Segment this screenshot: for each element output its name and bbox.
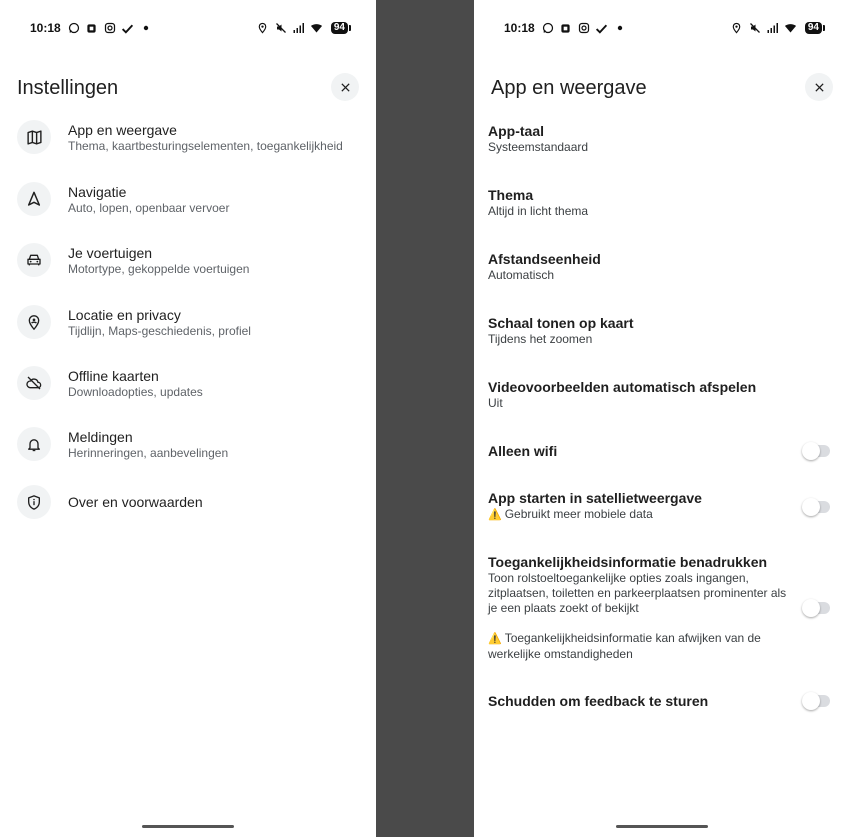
menu-item-subtitle: Herinneringen, aanbevelingen bbox=[68, 445, 229, 460]
location-icon bbox=[256, 21, 270, 35]
setting-value: Automatisch bbox=[488, 268, 555, 282]
dot-icon bbox=[613, 21, 627, 35]
instagram-icon bbox=[103, 21, 117, 35]
setting-value: Tijdens het zoomen bbox=[488, 332, 593, 346]
menu-item-subtitle: Tijdlijn, Maps-geschiedenis, profiel bbox=[68, 323, 251, 338]
close-button[interactable] bbox=[805, 73, 833, 101]
shield-info-icon bbox=[17, 485, 51, 519]
menu-item-over-en-voorwaarden[interactable]: Over en voorwaarden bbox=[17, 485, 359, 519]
setting-title: Afstandseenheid bbox=[488, 251, 601, 267]
menu-item-title: Navigatie bbox=[68, 183, 127, 200]
setting-schudden-feedback[interactable]: Schudden om feedback te sturen bbox=[488, 692, 836, 712]
map-icon bbox=[17, 120, 51, 154]
setting-description: Toon rolstoeltoegankelijke opties zoals … bbox=[488, 571, 787, 615]
check-icon bbox=[595, 21, 609, 35]
alleen-wifi-toggle[interactable] bbox=[802, 442, 830, 460]
toggle-knob bbox=[802, 692, 820, 710]
app-icon bbox=[559, 21, 573, 35]
status-time: 10:18 bbox=[504, 21, 535, 35]
signal-icon bbox=[766, 21, 780, 35]
check-icon bbox=[121, 21, 135, 35]
gesture-nav-bar[interactable] bbox=[142, 825, 234, 828]
menu-item-title: Locatie en privacy bbox=[68, 306, 181, 323]
satellietweergave-toggle[interactable] bbox=[802, 498, 830, 516]
battery-indicator: 94 bbox=[330, 22, 352, 34]
whatsapp-icon bbox=[67, 21, 81, 35]
wifi-icon bbox=[310, 21, 324, 35]
menu-item-subtitle: Downloadopties, updates bbox=[68, 384, 203, 399]
gesture-nav-bar[interactable] bbox=[616, 825, 708, 828]
car-icon bbox=[17, 243, 51, 277]
setting-warning: ⚠️ Gebruikt meer mobiele data bbox=[488, 507, 788, 523]
menu-item-app-en-weergave[interactable]: App en weergave Thema, kaartbesturingsel… bbox=[17, 120, 359, 154]
menu-item-subtitle: Thema, kaartbesturingselementen, toegank… bbox=[68, 138, 343, 153]
menu-item-je-voertuigen[interactable]: Je voertuigen Motortype, gekoppelde voer… bbox=[17, 243, 359, 277]
setting-warning: ⚠️ Toegankelijkheidsinformatie kan afwijk… bbox=[488, 631, 788, 662]
page-title: Instellingen bbox=[17, 77, 119, 99]
menu-item-title: Meldingen bbox=[68, 428, 133, 445]
menu-item-locatie-en-privacy[interactable]: Locatie en privacy Tijdlijn, Maps-geschi… bbox=[17, 305, 359, 339]
whatsapp-icon bbox=[541, 21, 555, 35]
mute-icon bbox=[748, 21, 762, 35]
setting-value: Altijd in licht thema bbox=[488, 204, 589, 218]
setting-warning-text: Toegankelijkheidsinformatie kan afwijken… bbox=[488, 631, 761, 661]
warning-icon: ⚠️ bbox=[488, 633, 502, 645]
location-privacy-icon bbox=[17, 305, 51, 339]
close-icon bbox=[340, 82, 350, 92]
setting-alleen-wifi[interactable]: Alleen wifi bbox=[488, 442, 836, 462]
toggle-knob bbox=[802, 442, 820, 460]
menu-item-navigatie[interactable]: Navigatie Auto, lopen, openbaar vervoer bbox=[17, 182, 359, 216]
toegankelijkheid-toggle[interactable] bbox=[802, 599, 830, 617]
warning-icon: ⚠️ bbox=[488, 509, 502, 521]
page-title: App en weergave bbox=[491, 77, 647, 99]
close-icon bbox=[814, 82, 824, 92]
battery-indicator: 94 bbox=[804, 22, 826, 34]
toggle-knob bbox=[802, 599, 820, 617]
setting-title: Thema bbox=[488, 187, 534, 203]
setting-title: Schudden om feedback te sturen bbox=[488, 693, 709, 709]
menu-item-title: Offline kaarten bbox=[68, 367, 159, 384]
setting-thema[interactable]: Thema Altijd in licht thema bbox=[488, 186, 836, 219]
toggle-knob bbox=[802, 498, 820, 516]
close-button[interactable] bbox=[331, 73, 359, 101]
setting-videovoorbeelden[interactable]: Videovoorbeelden automatisch afspelen Ui… bbox=[488, 378, 836, 411]
bell-icon bbox=[17, 427, 51, 461]
menu-item-meldingen[interactable]: Meldingen Herinneringen, aanbevelingen bbox=[17, 427, 359, 461]
schudden-feedback-toggle[interactable] bbox=[802, 692, 830, 710]
app-display-screen: 10:18 94 App en weergave App-taal Systee… bbox=[474, 0, 850, 837]
location-icon bbox=[730, 21, 744, 35]
setting-value: Systeemstandaard bbox=[488, 140, 589, 154]
setting-title: App-taal bbox=[488, 123, 544, 139]
instagram-icon bbox=[577, 21, 591, 35]
cloud-off-icon bbox=[17, 366, 51, 400]
mute-icon bbox=[274, 21, 288, 35]
setting-title: Schaal tonen op kaart bbox=[488, 315, 634, 331]
menu-item-title: Je voertuigen bbox=[68, 244, 153, 261]
menu-item-subtitle: Auto, lopen, openbaar vervoer bbox=[68, 200, 230, 215]
dot-icon bbox=[139, 21, 153, 35]
setting-satellietweergave[interactable]: App starten in satellietweergave ⚠️ Gebru… bbox=[488, 489, 836, 525]
settings-screen: 10:18 94 Instellingen App en weergave Th… bbox=[0, 0, 376, 837]
setting-warning-text: Gebruikt meer mobiele data bbox=[504, 507, 653, 521]
setting-app-taal[interactable]: App-taal Systeemstandaard bbox=[488, 122, 836, 155]
wifi-icon bbox=[784, 21, 798, 35]
status-bar: 10:18 94 bbox=[504, 18, 826, 38]
setting-value: Uit bbox=[488, 396, 503, 410]
setting-title: Toegankelijkheidsinformatie benadrukken bbox=[488, 554, 768, 570]
setting-title: Videovoorbeelden automatisch afspelen bbox=[488, 379, 757, 395]
app-icon bbox=[85, 21, 99, 35]
status-bar: 10:18 94 bbox=[30, 18, 352, 38]
setting-afstandseenheid[interactable]: Afstandseenheid Automatisch bbox=[488, 250, 836, 283]
menu-item-subtitle: Motortype, gekoppelde voertuigen bbox=[68, 261, 250, 276]
navigation-icon bbox=[17, 182, 51, 216]
setting-schaal-tonen[interactable]: Schaal tonen op kaart Tijdens het zoomen bbox=[488, 314, 836, 347]
signal-icon bbox=[292, 21, 306, 35]
menu-item-title: App en weergave bbox=[68, 121, 177, 138]
setting-title: Alleen wifi bbox=[488, 443, 558, 459]
menu-item-offline-kaarten[interactable]: Offline kaarten Downloadopties, updates bbox=[17, 366, 359, 400]
setting-toegankelijkheid[interactable]: Toegankelijkheidsinformatie benadrukken … bbox=[488, 553, 836, 665]
setting-title: App starten in satellietweergave bbox=[488, 490, 702, 506]
menu-item-title: Over en voorwaarden bbox=[68, 494, 203, 510]
status-time: 10:18 bbox=[30, 21, 61, 35]
